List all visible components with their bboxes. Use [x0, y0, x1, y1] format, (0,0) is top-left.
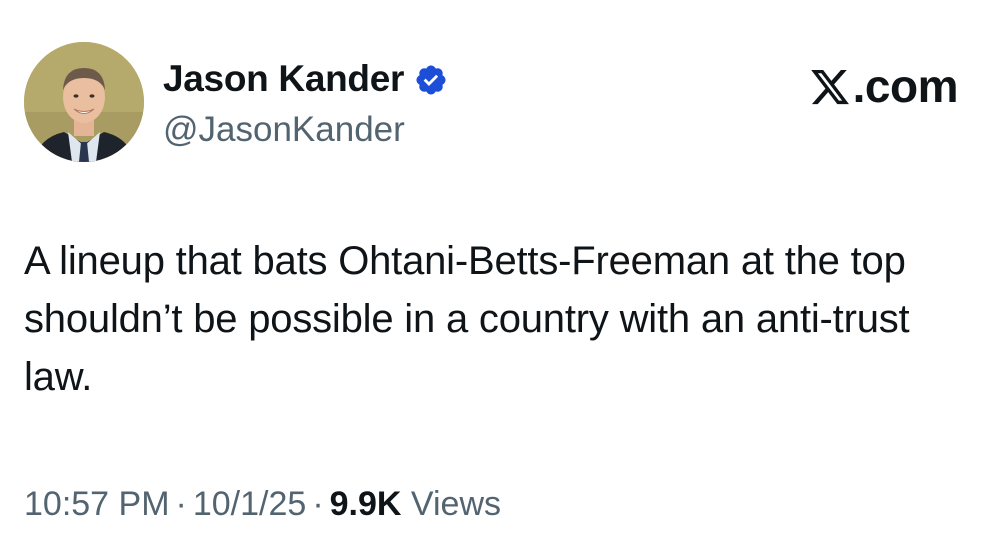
x-logo-icon [809, 65, 851, 107]
source-suffix: .com [852, 60, 959, 112]
tweet-time[interactable]: 10:57 PM [24, 485, 170, 523]
author-display-name[interactable]: Jason Kander [163, 56, 404, 102]
avatar-photo [24, 42, 144, 162]
tweet-date[interactable]: 10/1/25 [193, 485, 306, 523]
meta-separator: · [175, 485, 187, 523]
views-count: 9.9K [329, 485, 402, 523]
meta-separator: · [312, 485, 324, 523]
source-watermark: .com [809, 58, 959, 114]
author-name-row: Jason Kander [163, 56, 448, 102]
tweet-text: A lineup that bats Ohtani-Betts-Freeman … [24, 239, 910, 399]
tweet-meta: 10:57 PM · 10/1/25 · 9.9K Views [24, 480, 501, 528]
author-handle[interactable]: @JasonKander [163, 108, 405, 152]
views-label: Views [410, 485, 502, 523]
verified-badge-icon[interactable] [414, 63, 448, 97]
avatar[interactable] [24, 42, 144, 162]
